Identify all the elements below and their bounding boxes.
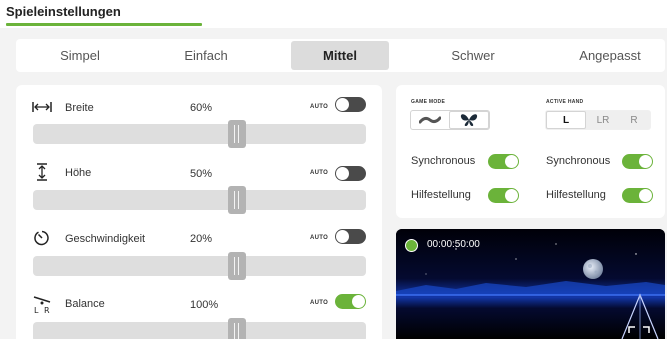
tab-simpel[interactable]: Simpel — [16, 39, 144, 72]
balance-icon: LR — [32, 294, 52, 314]
slider-thumb[interactable] — [228, 252, 246, 280]
hilfestellung-left-label: Hilfestellung — [411, 189, 471, 201]
slider-breite[interactable] — [33, 120, 366, 148]
param-label-geschwindigkeit: Geschwindigkeit — [65, 233, 146, 245]
fullscreen-icon[interactable] — [628, 325, 650, 339]
height-icon — [32, 163, 52, 181]
hilfestellung-right-label: Hilfestellung — [546, 189, 606, 201]
auto-label: AUTO — [310, 104, 329, 110]
slider-geschwindigkeit[interactable] — [33, 252, 366, 280]
hand-option-r[interactable]: R — [618, 111, 650, 129]
svg-text:L: L — [34, 306, 39, 314]
game-mode-selector — [410, 110, 490, 130]
param-label-hoehe: Höhe — [65, 167, 92, 179]
difficulty-tabs: Simpel Einfach Mittel Schwer Angepasst — [16, 39, 665, 72]
wave-icon[interactable] — [411, 111, 449, 129]
slider-balance[interactable] — [33, 318, 366, 339]
auto-label: AUTO — [310, 235, 329, 241]
video-timer: 00:00:50:00 — [427, 239, 480, 250]
slider-thumb[interactable] — [228, 186, 246, 214]
slider-hoehe[interactable] — [33, 186, 366, 214]
auto-toggle-breite[interactable] — [335, 97, 366, 112]
hilfestellung-right-toggle[interactable] — [622, 188, 653, 203]
active-hand-label: ACTIVE HAND — [546, 99, 584, 105]
auto-label: AUTO — [310, 300, 329, 306]
synchronous-left-label: Synchronous — [411, 155, 476, 167]
auto-toggle-hoehe[interactable] — [335, 166, 366, 181]
header-bar: Spieleinstellungen — [0, 0, 667, 28]
param-label-breite: Breite — [65, 102, 94, 114]
width-icon — [32, 98, 52, 116]
param-label-balance: Balance — [65, 298, 105, 310]
param-value-hoehe: 50% — [190, 168, 213, 180]
auto-toggle-balance[interactable] — [335, 294, 366, 309]
game-mode-label: GAME MODE — [411, 99, 446, 105]
tab-angepasst[interactable]: Angepasst — [545, 39, 667, 72]
slider-thumb[interactable] — [228, 120, 246, 148]
tab-einfach[interactable]: Einfach — [142, 39, 270, 72]
hand-option-lr[interactable]: LR — [586, 111, 620, 129]
param-value-balance: 100% — [190, 299, 219, 311]
tab-mittel[interactable]: Mittel — [291, 41, 389, 70]
param-value-geschwindigkeit: 20% — [190, 233, 213, 245]
speed-icon — [32, 229, 52, 247]
synchronous-right-label: Synchronous — [546, 155, 611, 167]
record-indicator — [405, 239, 418, 252]
game-preview[interactable]: 00:00:50:00 — [396, 229, 665, 339]
hand-option-l[interactable]: L — [546, 111, 586, 129]
butterfly-icon[interactable] — [449, 111, 489, 129]
hilfestellung-left-toggle[interactable] — [488, 188, 519, 203]
active-hand-selector: L LR R — [545, 110, 651, 130]
auto-toggle-geschwindigkeit[interactable] — [335, 229, 366, 244]
slider-thumb[interactable] — [228, 318, 246, 339]
title-underline — [6, 23, 202, 26]
synchronous-left-toggle[interactable] — [488, 154, 519, 169]
tab-schwer[interactable]: Schwer — [409, 39, 537, 72]
svg-text:R: R — [44, 306, 50, 314]
param-value-breite: 60% — [190, 102, 213, 114]
synchronous-right-toggle[interactable] — [622, 154, 653, 169]
page-title: Spieleinstellungen — [6, 4, 121, 19]
auto-label: AUTO — [310, 170, 329, 176]
